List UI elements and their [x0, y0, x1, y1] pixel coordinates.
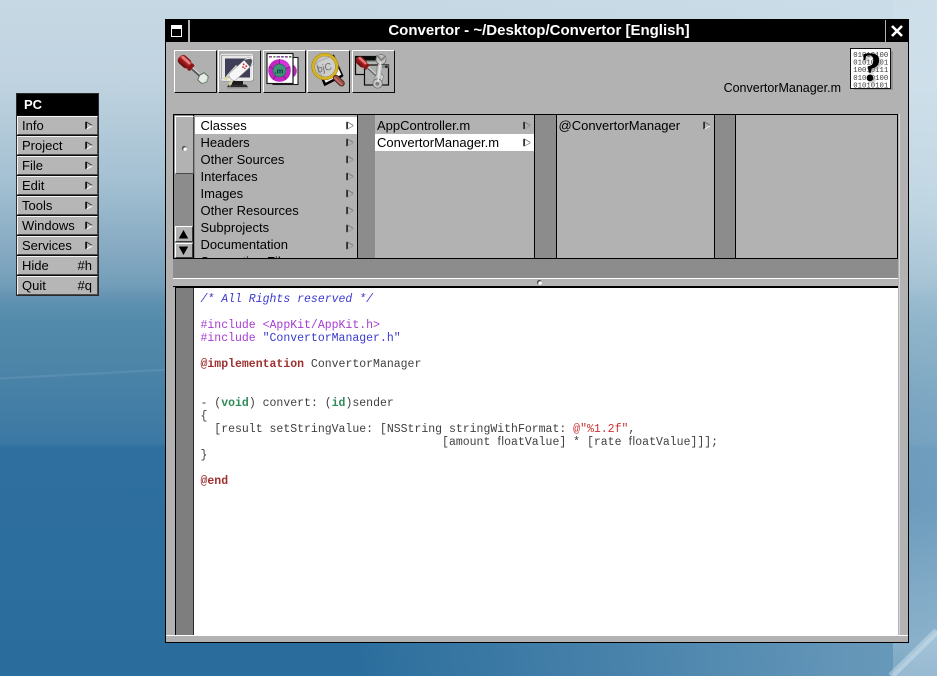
svg-text:?: ?: [861, 48, 882, 90]
svg-text:.m: .m: [274, 66, 283, 75]
